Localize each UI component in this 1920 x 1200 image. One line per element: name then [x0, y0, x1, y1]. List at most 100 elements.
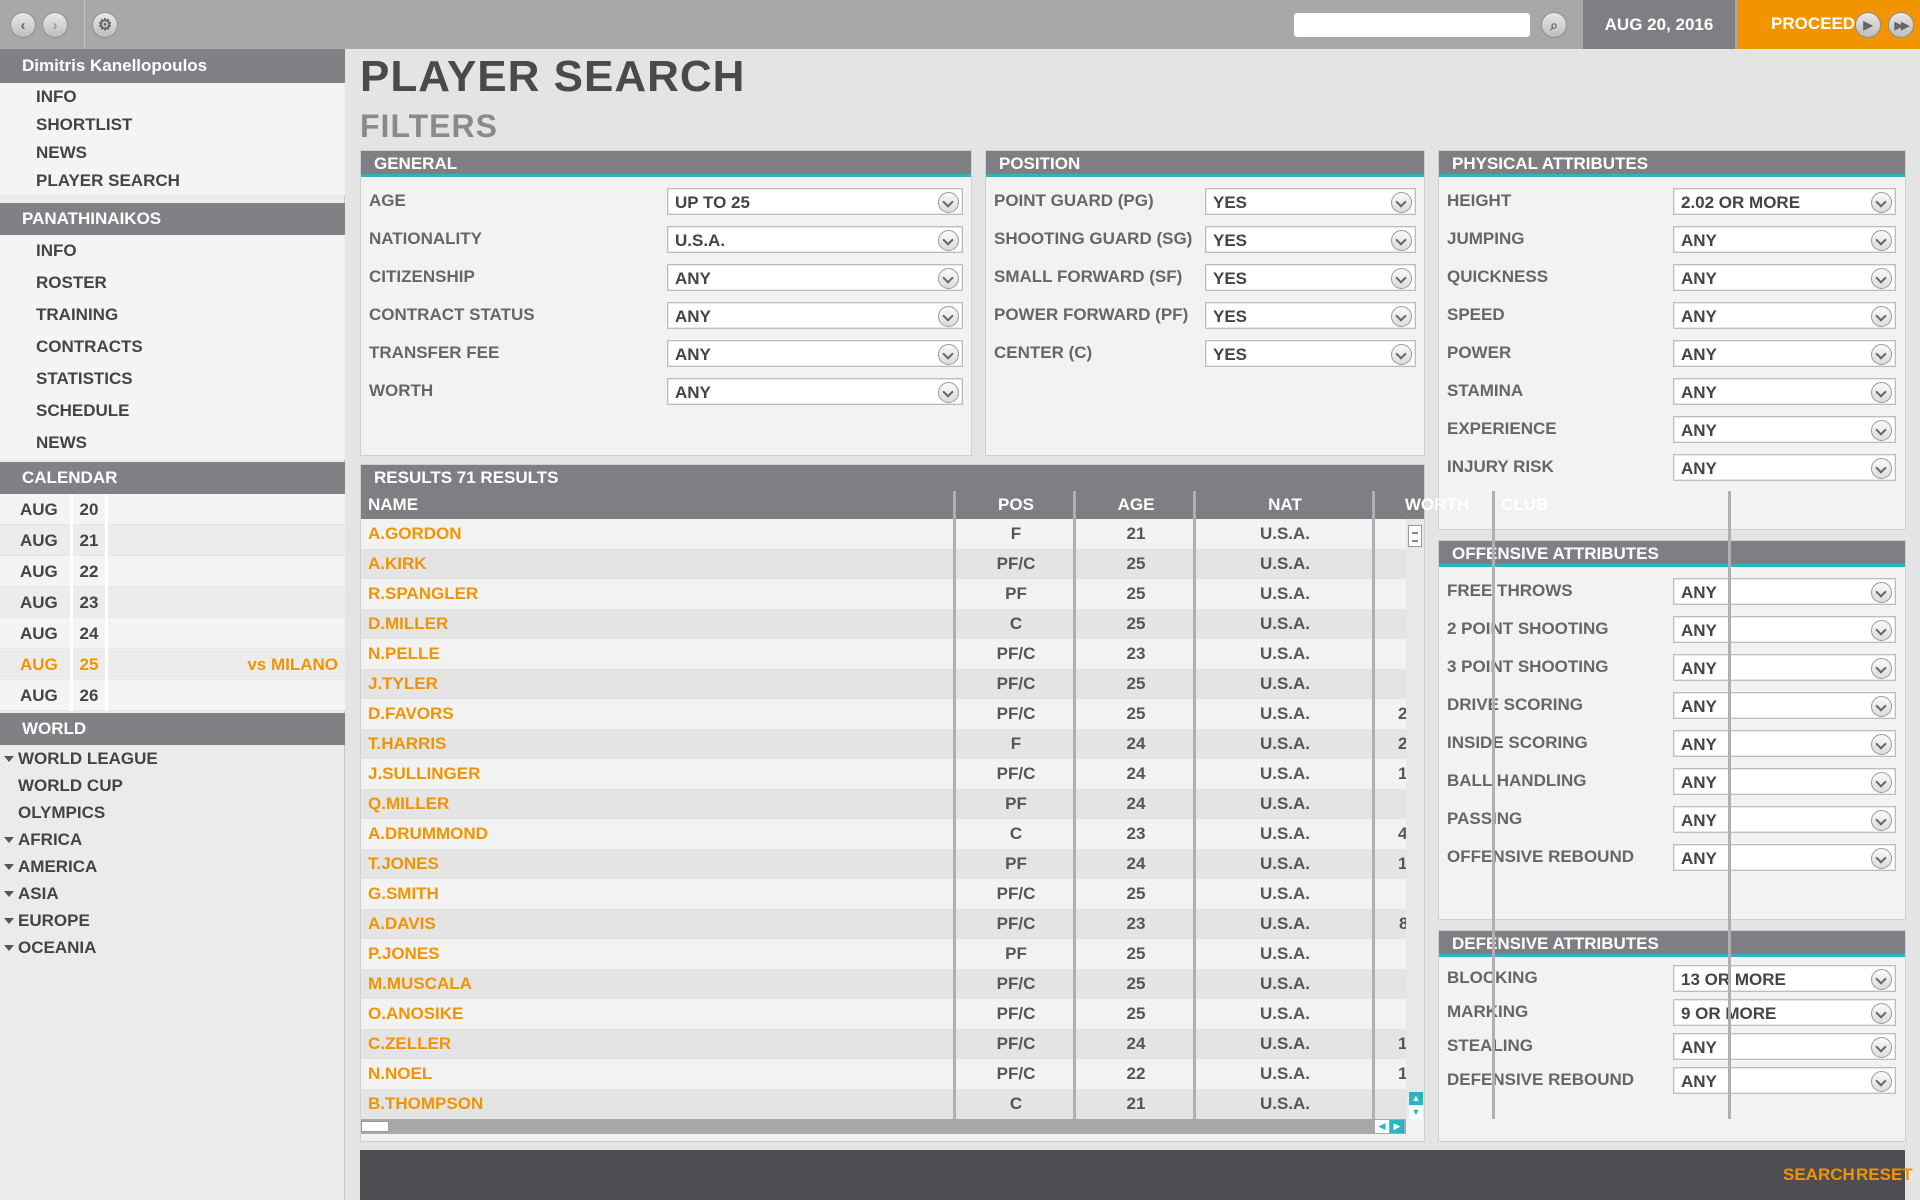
filter-dropdown[interactable]: ANY: [667, 340, 963, 367]
sidebar-item[interactable]: TRAINING: [0, 299, 345, 331]
sidebar-item[interactable]: INFO: [0, 235, 345, 267]
reset-button[interactable]: RESET: [1856, 1165, 1913, 1185]
filter-dropdown[interactable]: ANY: [1673, 578, 1896, 605]
filter-dropdown[interactable]: YES: [1205, 188, 1416, 215]
filter-dropdown[interactable]: ANY: [1673, 768, 1896, 795]
world-item[interactable]: AMERICA: [0, 853, 345, 880]
filter-dropdown[interactable]: ANY: [1673, 302, 1896, 329]
sidebar-item[interactable]: CONTRACTS: [0, 331, 345, 363]
world-item[interactable]: WORLD CUP: [0, 772, 345, 799]
player-name-link[interactable]: B.THOMPSON: [368, 1089, 483, 1119]
filter-dropdown[interactable]: ANY: [1673, 340, 1896, 367]
table-row[interactable]: D.FAVORSPF/C25U.S.A.2,524 K$JAZZ: [361, 699, 1406, 729]
calendar-row[interactable]: AUG 25 vs MILANO: [0, 649, 345, 680]
table-row[interactable]: A.KIRKPF/C25U.S.A.349 K$PISTOIA: [361, 549, 1406, 579]
expand-triangle-icon[interactable]: [4, 891, 14, 897]
table-row[interactable]: D.MILLERC25U.S.A.223 K$LEVANGA: [361, 609, 1406, 639]
table-row[interactable]: J.TYLERPF/C25U.S.A.506 K$FUJIAN QB: [361, 669, 1406, 699]
table-row[interactable]: B.THOMPSON C 21 U.S.A. 84 K$: [361, 1089, 1406, 1119]
filter-dropdown[interactable]: ANY: [1673, 1067, 1896, 1094]
filter-dropdown[interactable]: U.S.A.: [667, 226, 963, 253]
back-button[interactable]: ‹: [10, 12, 36, 38]
player-name-link[interactable]: D.FAVORS: [368, 699, 454, 729]
table-row[interactable]: P.JONESPF25U.S.A.316 K$BC KHIMKY: [361, 939, 1406, 969]
world-item[interactable]: AFRICA: [0, 826, 345, 853]
calendar-row[interactable]: AUG 21: [0, 525, 345, 556]
sidebar-item[interactable]: INFO: [0, 83, 345, 111]
column-name[interactable]: NAME: [368, 491, 418, 519]
expand-triangle-icon[interactable]: [4, 756, 14, 762]
play-button[interactable]: ▶: [1855, 12, 1881, 38]
scroll-thumb[interactable]: [361, 1121, 389, 1132]
filter-dropdown[interactable]: ANY: [1673, 730, 1896, 757]
filter-dropdown[interactable]: UP TO 25: [667, 188, 963, 215]
sidebar-item[interactable]: STATISTICS: [0, 363, 345, 395]
player-name-link[interactable]: N.PELLE: [368, 639, 440, 669]
calendar-row[interactable]: AUG 24: [0, 618, 345, 649]
filter-dropdown[interactable]: ANY: [1673, 616, 1896, 643]
player-name-link[interactable]: A.DAVIS: [368, 909, 436, 939]
manager-name[interactable]: Dimitris Kanellopoulos: [0, 49, 345, 83]
filter-dropdown[interactable]: ANY: [1673, 844, 1896, 871]
filter-dropdown[interactable]: ANY: [667, 264, 963, 291]
team-name[interactable]: PANATHINAIKOS: [0, 203, 345, 235]
filter-dropdown[interactable]: YES: [1205, 302, 1416, 329]
filter-dropdown[interactable]: ANY: [1673, 226, 1896, 253]
world-item[interactable]: EUROPE: [0, 907, 345, 934]
table-row[interactable]: M.MUSCALAPF/C25U.S.A.575 K$HAWKS: [361, 969, 1406, 999]
filter-dropdown[interactable]: YES: [1205, 226, 1416, 253]
sidebar-item[interactable]: PLAYER SEARCH: [0, 167, 345, 195]
filter-dropdown[interactable]: ANY: [1673, 806, 1896, 833]
calendar-row[interactable]: AUG 26: [0, 680, 345, 711]
filter-dropdown[interactable]: 13 OR MORE: [1673, 965, 1896, 992]
player-name-link[interactable]: T.JONES: [368, 849, 439, 879]
proceed-button[interactable]: PROCEED: [1771, 14, 1855, 34]
player-name-link[interactable]: D.MILLER: [368, 609, 448, 639]
table-row[interactable]: N.NOELPF/C22U.S.A.1,418 K$76ERS: [361, 1059, 1406, 1089]
expand-triangle-icon[interactable]: [4, 864, 14, 870]
sidebar-item[interactable]: SCHEDULE: [0, 395, 345, 427]
filter-dropdown[interactable]: ANY: [1673, 378, 1896, 405]
player-name-link[interactable]: O.ANOSIKE: [368, 999, 463, 1029]
sidebar-item[interactable]: ROSTER: [0, 267, 345, 299]
scroll-up-button[interactable]: ▲: [1409, 1092, 1423, 1105]
scroll-left-button[interactable]: ◀: [1375, 1120, 1389, 1133]
column-worth[interactable]: WORTH: [1376, 491, 1498, 519]
search-input[interactable]: [1294, 13, 1530, 37]
player-name-link[interactable]: A.DRUMMOND: [368, 819, 488, 849]
filter-dropdown[interactable]: ANY: [1673, 454, 1896, 481]
fast-forward-button[interactable]: ▶▶: [1888, 12, 1914, 38]
horizontal-scrollbar[interactable]: ◀ ▶: [361, 1119, 1406, 1134]
world-item[interactable]: OLYMPICS: [0, 799, 345, 826]
scroll-thumb[interactable]: [1408, 525, 1422, 547]
filter-dropdown[interactable]: ANY: [1673, 1033, 1896, 1060]
sidebar-item[interactable]: SHORTLIST: [0, 111, 345, 139]
forward-button[interactable]: ›: [42, 12, 68, 38]
player-name-link[interactable]: T.HARRIS: [368, 729, 446, 759]
column-club[interactable]: CLUB: [1501, 491, 1548, 519]
filter-dropdown[interactable]: YES: [1205, 340, 1416, 367]
player-name-link[interactable]: M.MUSCALA: [368, 969, 472, 999]
expand-triangle-icon[interactable]: [4, 918, 14, 924]
world-item[interactable]: OCEANIA: [0, 934, 345, 961]
column-nat[interactable]: NAT: [1198, 491, 1372, 519]
calendar-row[interactable]: AUG 23: [0, 587, 345, 618]
table-row[interactable]: R.SPANGLERPF25U.S.A.149 K$THUNDERS: [361, 579, 1406, 609]
table-row[interactable]: T.HARRISF24U.S.A.2,603 K$PISTONS: [361, 729, 1406, 759]
search-button[interactable]: SEARCH: [1783, 1165, 1855, 1185]
sidebar-item[interactable]: NEWS: [0, 427, 345, 459]
player-name-link[interactable]: R.SPANGLER: [368, 579, 478, 609]
world-item[interactable]: WORLD LEAGUE: [0, 745, 345, 772]
player-name-link[interactable]: A.GORDON: [368, 519, 462, 549]
filter-dropdown[interactable]: ANY: [1673, 416, 1896, 443]
vertical-scrollbar[interactable]: ▲ ▼: [1406, 519, 1424, 1119]
filter-dropdown[interactable]: ANY: [1673, 692, 1896, 719]
player-name-link[interactable]: J.TYLER: [368, 669, 438, 699]
search-button[interactable]: ⌕: [1541, 12, 1567, 38]
world-item[interactable]: ASIA: [0, 880, 345, 907]
player-name-link[interactable]: P.JONES: [368, 939, 440, 969]
filter-dropdown[interactable]: ANY: [667, 302, 963, 329]
calendar-event[interactable]: vs MILANO: [247, 649, 338, 680]
table-row[interactable]: A.DAVISPF/C23U.S.A.8,811 K$PELICANS: [361, 909, 1406, 939]
filter-dropdown[interactable]: ANY: [667, 378, 963, 405]
